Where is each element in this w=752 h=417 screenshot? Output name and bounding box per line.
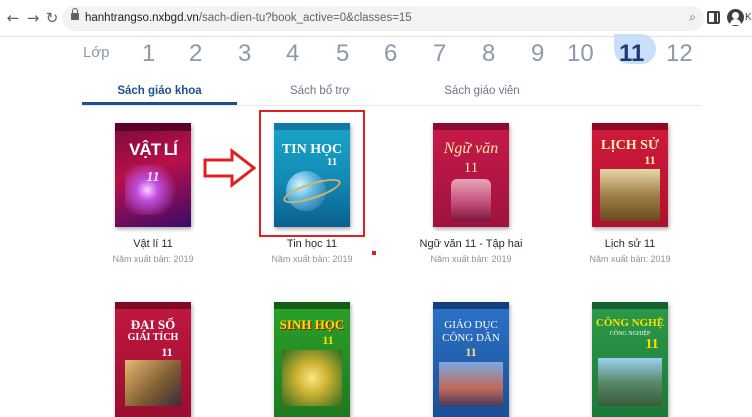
grade-8[interactable]: 8 (482, 37, 495, 71)
profile-avatar-icon[interactable] (727, 9, 744, 26)
cover-number: 11 (644, 153, 656, 167)
book-cover-ngu-van[interactable]: Ngữ văn 11 (433, 123, 509, 227)
cover-subtitle: GIẢI TÍCH (127, 332, 179, 343)
book-cover-vat-li[interactable]: VẬT LÍ 11 (115, 123, 191, 227)
grade-11[interactable]: 11 (619, 37, 644, 71)
annotation-dot (372, 251, 376, 255)
grade-5[interactable]: 5 (336, 37, 349, 71)
book-title-tin-hoc[interactable]: Tin học 11 (237, 238, 387, 250)
book-type-tabs: Sách giáo khoa Sách bổ trợ Sách giáo viê… (82, 80, 702, 106)
book-cover-cong-nghe[interactable]: CÔNG NGHỆ CÔNG NGHIỆP 11 (592, 302, 668, 417)
grade-7[interactable]: 7 (433, 37, 446, 71)
cover-number: 11 (465, 345, 477, 359)
book-title-lich-su[interactable]: Lịch sử 11 (555, 238, 705, 250)
grade-label: Lớp (83, 44, 110, 61)
cover-number: 11 (322, 333, 334, 347)
grade-6[interactable]: 6 (384, 37, 397, 71)
book-title-ngu-van[interactable]: Ngữ văn 11 - Tập hai (396, 238, 546, 250)
cover-title: CÔNG NGHỆ (595, 317, 665, 329)
tab-sach-bo-tro[interactable]: Sách bổ trợ (265, 85, 375, 97)
book-cover-lich-su[interactable]: LỊCH SỬ 11 (592, 123, 668, 227)
book-title-vat-li[interactable]: Vật lí 11 (78, 238, 228, 250)
book-cover-dai-so[interactable]: ĐẠI SỐ GIẢI TÍCH 11 (115, 302, 191, 417)
cover-title: SINH HỌC (279, 317, 345, 332)
grade-12[interactable]: 12 (666, 37, 693, 71)
book-cover-gdcd[interactable]: GIÁO DỤC CÔNG DÂN 11 (433, 302, 509, 417)
browser-toolbar: ← → ↻ hanhtrangso.nxbgd.vn/sach-dien-tu?… (0, 0, 752, 37)
arrow-annotation-icon (203, 148, 257, 188)
grade-selector: Lớp 1 2 3 4 5 6 7 8 9 10 11 12 (0, 37, 752, 75)
cover-title: VẬT LÍ (129, 140, 178, 159)
cover-title: Ngữ văn (443, 140, 499, 157)
grade-4[interactable]: 4 (286, 37, 299, 71)
grade-10[interactable]: 10 (567, 37, 594, 71)
book-year-lich-su: Năm xuất bản: 2019 (589, 254, 671, 264)
address-bar[interactable]: hanhtrangso.nxbgd.vn/sach-dien-tu?book_a… (62, 6, 704, 31)
grade-3[interactable]: 3 (238, 37, 251, 71)
lock-icon[interactable] (71, 8, 79, 20)
cover-number: 11 (161, 345, 173, 359)
zoom-icon[interactable]: ⌕ (689, 10, 696, 25)
active-tab-indicator (82, 102, 237, 105)
tab-sach-giao-khoa[interactable]: Sách giáo khoa (82, 85, 237, 97)
grade-1[interactable]: 1 (142, 37, 155, 71)
book-year-tin-hoc: Năm xuất bản: 2019 (271, 254, 353, 264)
cover-number: 11 (645, 337, 659, 352)
cover-subtitle: CÔNG DÂN (442, 332, 500, 344)
back-icon[interactable]: ← (4, 9, 22, 27)
book-cover-sinh-hoc[interactable]: SINH HỌC 11 (274, 302, 350, 417)
profile-name[interactable]: Kh (745, 12, 752, 23)
cover-title: GIÁO DỤC (444, 319, 498, 331)
cover-title: LỊCH SỬ (600, 138, 660, 153)
cover-number: 11 (146, 170, 160, 185)
reload-icon[interactable]: ↻ (43, 9, 61, 27)
grade-2[interactable]: 2 (189, 37, 202, 71)
tab-sach-giao-vien[interactable]: Sách giáo viên (422, 85, 542, 97)
book-year-ngu-van: Năm xuất bản: 2019 (430, 254, 512, 264)
forward-icon[interactable]: → (24, 9, 42, 27)
cover-title: ĐẠI SỐ (130, 317, 176, 332)
url-text[interactable]: hanhtrangso.nxbgd.vn/sach-dien-tu?book_a… (85, 12, 412, 24)
cover-number: 11 (463, 160, 479, 176)
side-panel-icon[interactable] (707, 11, 720, 24)
highlight-annotation (259, 110, 365, 237)
grade-9[interactable]: 9 (531, 37, 544, 71)
book-year-vat-li: Năm xuất bản: 2019 (112, 254, 194, 264)
